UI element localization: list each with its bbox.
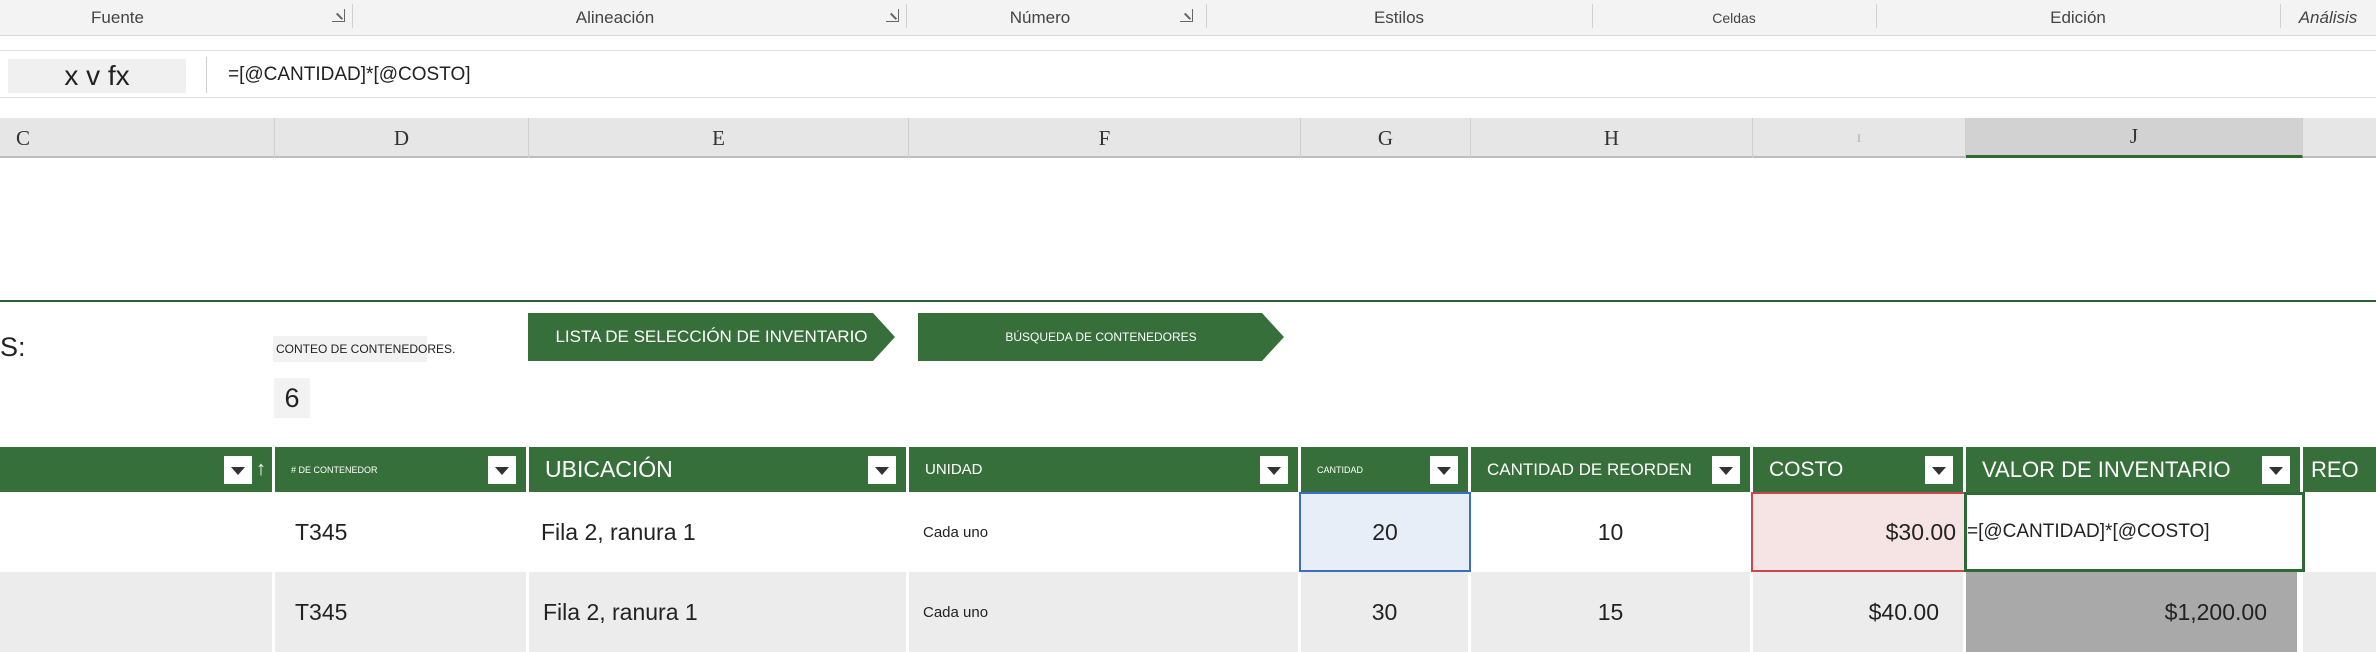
table-header-cost: COSTO	[1753, 447, 1966, 492]
filter-dropdown-icon[interactable]	[1712, 455, 1740, 484]
sort-filter-icon[interactable]	[224, 455, 252, 484]
table-cell-reorder[interactable]	[2303, 572, 2376, 652]
font-dialog-launcher-icon[interactable]	[332, 9, 345, 22]
table-header-qty-label: CANTIDAD	[1317, 464, 1364, 475]
table-cell-inventory-value[interactable]: $1,200.00	[1966, 572, 2300, 652]
table-header-reorder-qty-label: CANTIDAD DE REORDEN	[1487, 459, 1692, 479]
ribbon-group-editing[interactable]: Edición	[1876, 0, 2280, 36]
bin-count-value: 6	[274, 378, 310, 418]
column-header-i[interactable]: I	[1753, 118, 1966, 158]
column-header-e[interactable]: E	[529, 118, 909, 158]
table-header-bin-label: # DE CONTENEDOR	[291, 464, 378, 475]
table-cell-bin[interactable]: T345	[275, 492, 529, 572]
ribbon-group-strip: Fuente Alineación Número Estilos Celdas …	[0, 0, 2376, 36]
filter-dropdown-icon[interactable]	[2262, 455, 2290, 484]
filter-dropdown-icon[interactable]	[1260, 455, 1288, 484]
table-header-unit-label: UNIDAD	[925, 461, 983, 478]
left-truncated-label: S:	[0, 332, 26, 362]
table-cell-first[interactable]	[0, 492, 275, 572]
ribbon-group-cells[interactable]: Celdas	[1592, 0, 1876, 36]
table-cell-cost[interactable]: $40.00	[1753, 572, 1966, 652]
bin-lookup-button-label: BÚSQUEDA DE CONTENEDORES	[1005, 330, 1197, 344]
table-header-bin: # DE CONTENEDOR	[275, 447, 529, 492]
pick-list-button[interactable]: LISTA DE SELECCIÓN DE INVENTARIO	[528, 313, 895, 361]
column-header-g[interactable]: G	[1301, 118, 1471, 158]
table-cell-location[interactable]: Fila 2, ranura 1	[529, 492, 909, 572]
table-header-first: ↑	[0, 447, 275, 492]
column-headers: C D E F G H I J	[0, 118, 2376, 158]
table-cell-first[interactable]	[0, 572, 275, 652]
ribbon-group-font[interactable]: Fuente	[0, 0, 235, 36]
table-cell-unit[interactable]: Cada uno	[909, 492, 1301, 572]
name-box[interactable]: x v fx	[8, 59, 186, 93]
table-header-reorder-label: REO	[2311, 456, 2359, 482]
filter-dropdown-icon[interactable]	[868, 455, 896, 484]
ribbon-group-styles[interactable]: Estilos	[1206, 0, 1592, 36]
filter-dropdown-icon[interactable]	[488, 455, 516, 484]
table-header-inventory-value-label: VALOR DE INVENTARIO	[1982, 456, 2231, 482]
alignment-dialog-launcher-icon[interactable]	[886, 9, 899, 22]
bin-lookup-button[interactable]: BÚSQUEDA DE CONTENEDORES	[918, 313, 1284, 361]
column-header-k[interactable]	[2303, 118, 2376, 158]
table-cell-reorder-qty[interactable]: 15	[1471, 572, 1753, 652]
table-cell-qty[interactable]: 30	[1301, 572, 1471, 652]
column-header-c[interactable]: C	[0, 118, 275, 158]
table-cell-cost[interactable]: $30.00	[1751, 492, 1966, 572]
formula-input[interactable]: =[@CANTIDAD]*[@COSTO]	[228, 51, 471, 99]
column-header-h[interactable]: H	[1471, 118, 1753, 158]
table-cell-inventory-value-editing[interactable]: =[@CANTIDAD]*[@COSTO]	[1964, 492, 2305, 572]
table-cell-reorder-qty[interactable]: 10	[1471, 492, 1753, 572]
table-header-unit: UNIDAD	[909, 447, 1301, 492]
column-header-f[interactable]: F	[909, 118, 1301, 158]
table-header-location-label: UBICACIÓN	[545, 456, 673, 482]
table-header-location: UBICACIÓN	[529, 447, 909, 492]
ribbon-group-analysis[interactable]: Análisis	[2280, 0, 2376, 36]
table-header-cost-label: COSTO	[1769, 457, 1844, 481]
filter-dropdown-icon[interactable]	[1925, 455, 1953, 484]
table-cell-qty[interactable]: 20	[1299, 492, 1471, 572]
table-cell-location[interactable]: Fila 2, ranura 1	[529, 572, 909, 652]
table-cell-bin[interactable]: T345	[275, 572, 529, 652]
ribbon-group-number[interactable]: Número	[906, 0, 1174, 36]
table-header-reorder: REO	[2303, 447, 2376, 492]
section-divider	[0, 300, 2376, 302]
table-cell-reorder[interactable]	[2305, 492, 2376, 572]
ribbon-group-alignment[interactable]: Alineación	[352, 0, 878, 36]
table-header-inventory-value: VALOR DE INVENTARIO	[1966, 447, 2303, 492]
pick-list-button-label: LISTA DE SELECCIÓN DE INVENTARIO	[555, 327, 868, 346]
formula-bar: x v fx =[@CANTIDAD]*[@COSTO]	[0, 50, 2376, 98]
number-dialog-launcher-icon[interactable]	[1180, 9, 1193, 22]
column-header-d[interactable]: D	[275, 118, 529, 158]
column-header-j[interactable]: J	[1966, 118, 2303, 158]
bin-count-label: CONTEO DE CONTENEDORES.	[273, 336, 455, 362]
filter-dropdown-icon[interactable]	[1430, 455, 1458, 484]
table-cell-unit[interactable]: Cada uno	[909, 572, 1301, 652]
table-header-qty: CANTIDAD	[1301, 447, 1471, 492]
table-header-reorder-qty: CANTIDAD DE REORDEN	[1471, 447, 1753, 492]
sort-ascending-icon: ↑	[256, 458, 266, 480]
